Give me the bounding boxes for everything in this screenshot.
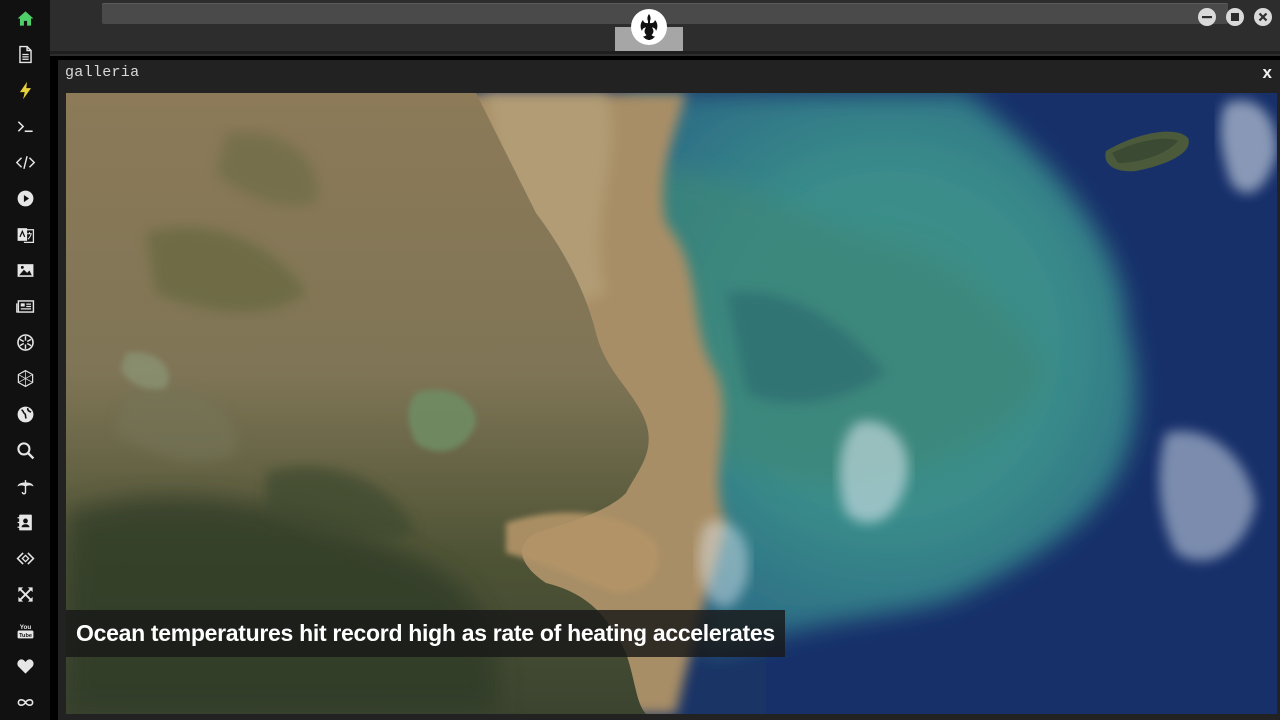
expand-icon[interactable] [13, 582, 37, 606]
code-diamond-icon[interactable] [13, 546, 37, 570]
image-icon[interactable] [13, 258, 37, 282]
translate-icon[interactable] [13, 222, 37, 246]
minimize-button[interactable] [1198, 8, 1216, 26]
divider [50, 51, 1280, 54]
maximize-button[interactable] [1226, 8, 1244, 26]
hexagon-icon[interactable] [13, 366, 37, 390]
heart-icon[interactable] [13, 654, 37, 678]
home-icon[interactable] [13, 6, 37, 30]
infinity-icon[interactable] [13, 690, 37, 714]
sidebar: You Tube [0, 0, 50, 720]
globe-icon[interactable] [13, 402, 37, 426]
newspaper-icon[interactable] [13, 294, 37, 318]
window-title: galleria [65, 64, 140, 81]
svg-text:Tube: Tube [19, 632, 32, 638]
svg-text:You: You [19, 623, 31, 630]
search-icon[interactable] [13, 438, 37, 462]
gallery-caption: Ocean temperatures hit record high as ra… [66, 610, 785, 657]
lightning-icon[interactable] [13, 78, 37, 102]
play-icon[interactable] [13, 186, 37, 210]
window-close-button[interactable]: x [1263, 63, 1272, 83]
aperture-icon[interactable] [13, 330, 37, 354]
youtube-icon[interactable]: You Tube [13, 618, 37, 642]
umbrella-icon[interactable] [13, 474, 37, 498]
terminal-icon[interactable] [13, 114, 37, 138]
rebel-alliance-logo-icon[interactable] [631, 9, 667, 45]
document-icon[interactable] [13, 42, 37, 66]
code-icon[interactable] [13, 150, 37, 174]
close-window-button[interactable] [1254, 8, 1272, 26]
address-book-icon[interactable] [13, 510, 37, 534]
caption-text: Ocean temperatures hit record high as ra… [76, 620, 775, 646]
